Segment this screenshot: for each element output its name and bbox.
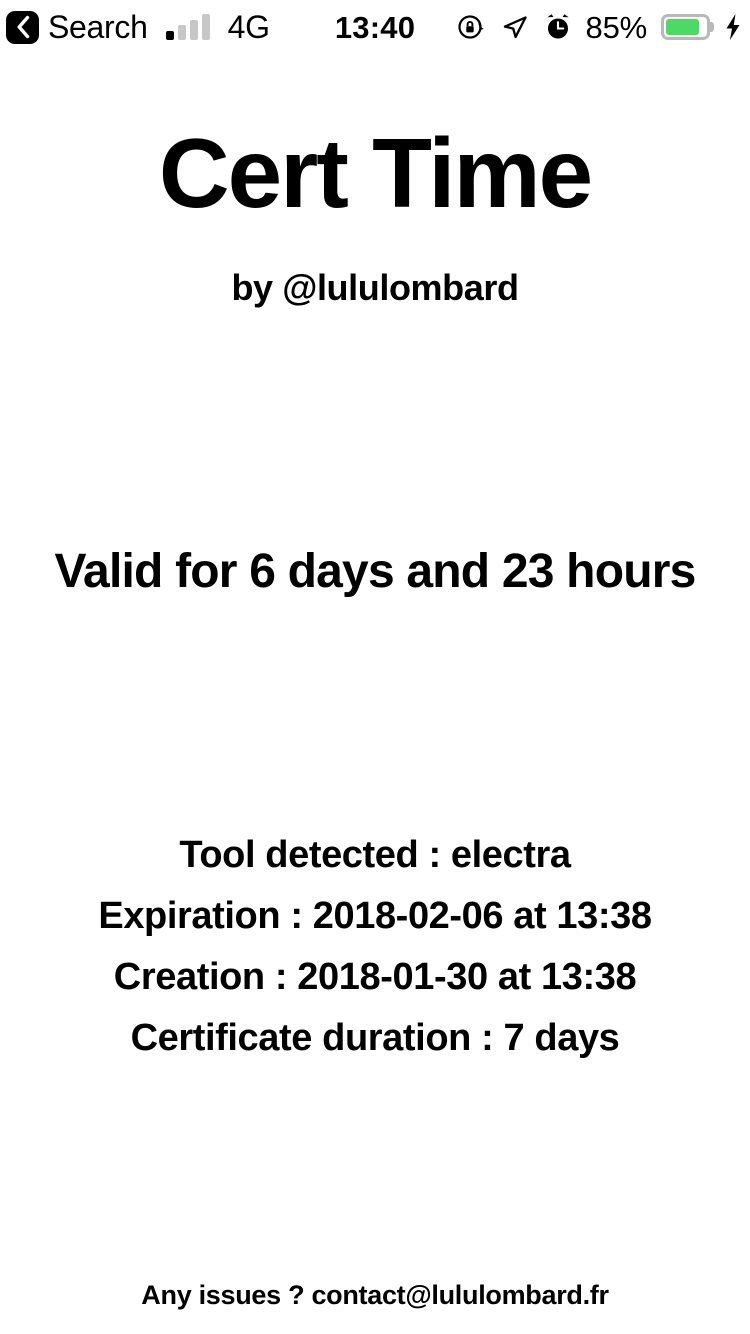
detail-certificate-duration: Certificate duration : 7 days xyxy=(130,1017,620,1059)
alarm-clock-icon xyxy=(544,12,572,42)
author-credit: by @lululombard xyxy=(231,267,519,308)
battery-fill xyxy=(666,19,700,35)
chevron-left-icon xyxy=(15,15,31,39)
signal-bars-icon xyxy=(165,14,210,40)
validity-headline: Valid for 6 days and 23 hours xyxy=(54,545,696,598)
battery-nub xyxy=(709,22,714,32)
location-arrow-icon xyxy=(500,12,530,42)
status-bar: Search 4G 13:40 85% xyxy=(0,0,750,54)
detail-creation: Creation : 2018-01-30 at 13:38 xyxy=(113,956,637,998)
battery-icon xyxy=(661,14,714,40)
status-bar-left-group: Search 4G xyxy=(0,9,270,45)
network-type-label: 4G xyxy=(227,9,270,45)
detail-expiration: Expiration : 2018-02-06 at 13:38 xyxy=(98,895,652,937)
certificate-details: Tool detected : electra Expiration : 201… xyxy=(0,836,750,1057)
lightning-bolt-icon xyxy=(724,13,742,41)
rotation-lock-icon xyxy=(456,12,486,42)
page-title: Cert Time xyxy=(158,118,593,228)
detail-tool-detected: Tool detected : electra xyxy=(179,834,571,876)
carrier-label: Search xyxy=(48,9,148,45)
support-contact-note: Any issues ? contact@lululombard.fr xyxy=(141,1280,609,1310)
back-button[interactable] xyxy=(6,10,39,44)
status-bar-right-group: 85% xyxy=(456,12,750,43)
battery-percent-label: 85% xyxy=(585,9,648,45)
